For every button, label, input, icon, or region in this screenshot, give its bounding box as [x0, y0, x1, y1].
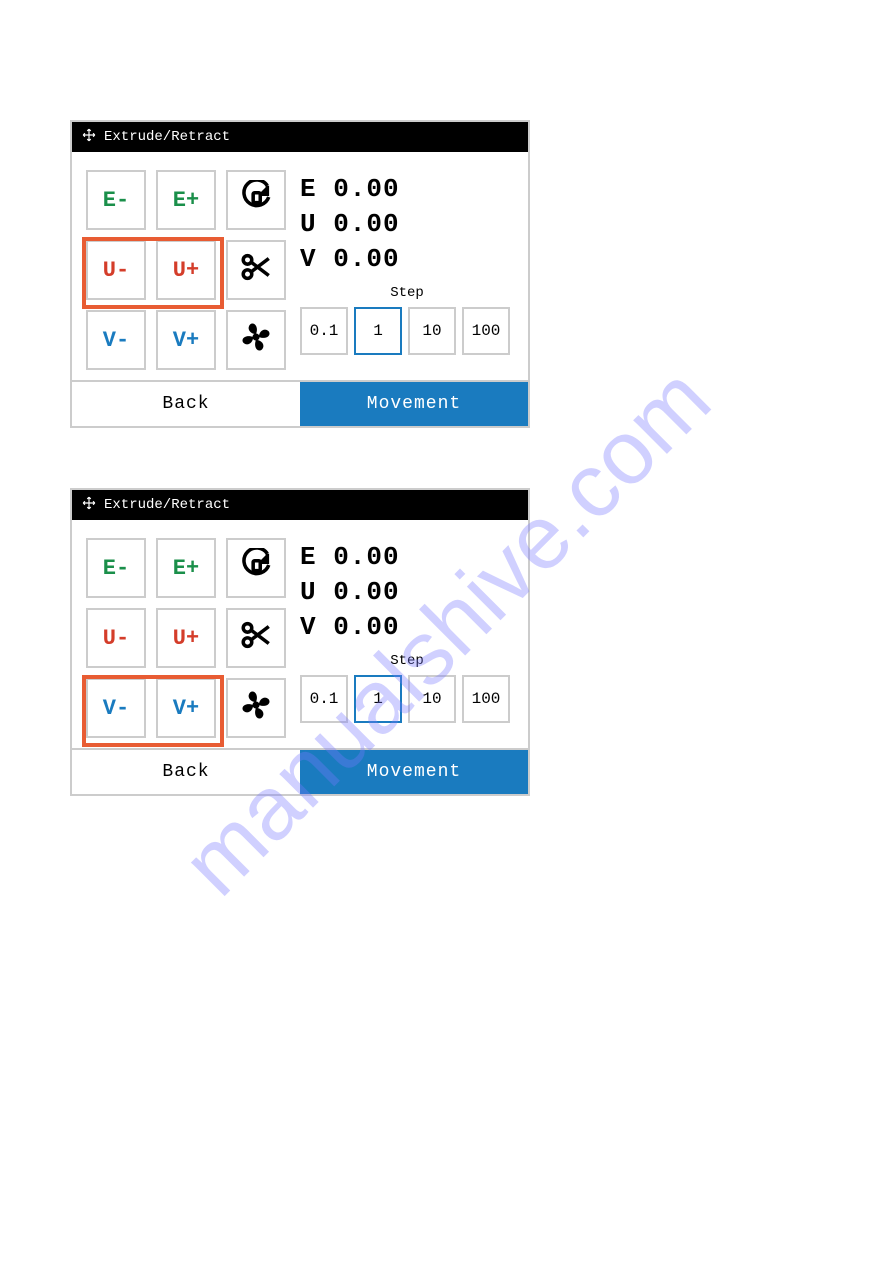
readout-u: U 0.00 — [300, 575, 514, 610]
panel-footer: Back Movement — [72, 748, 528, 794]
cut-button[interactable] — [226, 608, 286, 668]
extrude-panel-2: Extrude/Retract E- E+ U- U+ V- V+ — [70, 488, 530, 796]
panel-footer: Back Movement — [72, 380, 528, 426]
v-plus-button[interactable]: V+ — [156, 310, 216, 370]
axis-button-grid: E- E+ U- U+ V- V+ — [86, 170, 286, 370]
axis-button-grid: E- E+ U- U+ V- V+ — [86, 538, 286, 738]
fan-icon — [239, 320, 273, 361]
movement-button[interactable]: Movement — [300, 382, 528, 426]
step-1[interactable]: 1 — [354, 307, 402, 355]
back-button[interactable]: Back — [72, 382, 300, 426]
panel-titlebar: Extrude/Retract — [72, 490, 528, 520]
refresh-button[interactable] — [226, 538, 286, 598]
step-label: Step — [300, 653, 514, 669]
step-buttons: 0.1 1 10 100 — [300, 675, 514, 723]
fan-button[interactable] — [226, 310, 286, 370]
fan-button[interactable] — [226, 678, 286, 738]
panel-title: Extrude/Retract — [104, 497, 230, 513]
fan-icon — [239, 688, 273, 729]
cut-button[interactable] — [226, 240, 286, 300]
refresh-button[interactable] — [226, 170, 286, 230]
step-10[interactable]: 10 — [408, 675, 456, 723]
movement-button[interactable]: Movement — [300, 750, 528, 794]
step-0-1[interactable]: 0.1 — [300, 307, 348, 355]
readout-v: V 0.00 — [300, 610, 514, 645]
scissors-icon — [239, 250, 273, 291]
step-100[interactable]: 100 — [462, 675, 510, 723]
u-minus-button[interactable]: U- — [86, 608, 146, 668]
panel-title: Extrude/Retract — [104, 129, 230, 145]
step-10[interactable]: 10 — [408, 307, 456, 355]
readout-v: V 0.00 — [300, 242, 514, 277]
e-plus-button[interactable]: E+ — [156, 538, 216, 598]
step-1[interactable]: 1 — [354, 675, 402, 723]
v-minus-button[interactable]: V- — [86, 310, 146, 370]
v-minus-button[interactable]: V- — [86, 678, 146, 738]
u-plus-button[interactable]: U+ — [156, 608, 216, 668]
back-button[interactable]: Back — [72, 750, 300, 794]
move-icon — [82, 128, 96, 147]
step-buttons: 0.1 1 10 100 — [300, 307, 514, 355]
u-plus-button[interactable]: U+ — [156, 240, 216, 300]
e-plus-button[interactable]: E+ — [156, 170, 216, 230]
panel-titlebar: Extrude/Retract — [72, 122, 528, 152]
u-minus-button[interactable]: U- — [86, 240, 146, 300]
readout-e: E 0.00 — [300, 540, 514, 575]
readout-u: U 0.00 — [300, 207, 514, 242]
move-icon — [82, 496, 96, 515]
step-0-1[interactable]: 0.1 — [300, 675, 348, 723]
refresh-icon — [239, 548, 273, 589]
e-minus-button[interactable]: E- — [86, 170, 146, 230]
e-minus-button[interactable]: E- — [86, 538, 146, 598]
step-100[interactable]: 100 — [462, 307, 510, 355]
readout-e: E 0.00 — [300, 172, 514, 207]
extrude-panel-1: Extrude/Retract E- E+ U- U+ V- V+ — [70, 120, 530, 428]
scissors-icon — [239, 618, 273, 659]
step-label: Step — [300, 285, 514, 301]
v-plus-button[interactable]: V+ — [156, 678, 216, 738]
refresh-icon — [239, 180, 273, 221]
